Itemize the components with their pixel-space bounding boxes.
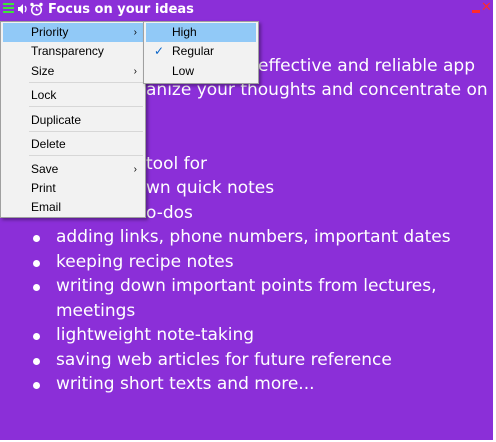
submenu-item-label: Low bbox=[172, 64, 195, 78]
submenu-arrow-icon: › bbox=[133, 66, 137, 77]
bullet-item: saving web articles for future reference bbox=[0, 348, 476, 373]
menu-item-transparency[interactable]: Transparency bbox=[3, 42, 143, 61]
menu-item-label: Save bbox=[31, 162, 59, 176]
bullet-item: writing down important points from lectu… bbox=[0, 274, 476, 323]
bullet-item: lightweight note-taking bbox=[0, 323, 476, 348]
bullet-item: o-dos bbox=[146, 203, 193, 223]
bullet-item: writing short texts and more... bbox=[0, 372, 476, 397]
context-menu: Priority › Transparency Size › Lock Dupl… bbox=[0, 21, 146, 218]
paragraph-line: effective and reliable app bbox=[258, 56, 475, 76]
menu-item-priority[interactable]: Priority › bbox=[3, 23, 143, 42]
bullet-item: wn quick notes bbox=[146, 178, 275, 198]
check-icon: ✓ bbox=[154, 44, 165, 58]
submenu-item-label: High bbox=[172, 25, 197, 39]
menu-item-label: Size bbox=[31, 64, 55, 78]
menu-item-label: Transparency bbox=[31, 44, 104, 58]
menu-item-label: Duplicate bbox=[31, 113, 82, 127]
bullet-list: adding links, phone numbers, important d… bbox=[0, 225, 476, 397]
submenu-item-label: Regular bbox=[172, 44, 215, 58]
submenu-arrow-icon: › bbox=[133, 27, 137, 38]
note-title: Focus on your ideas bbox=[48, 2, 194, 17]
menu-item-label: Print bbox=[31, 181, 56, 195]
menu-separator bbox=[29, 131, 143, 132]
menu-separator bbox=[29, 155, 143, 156]
menu-item-print[interactable]: Print bbox=[3, 179, 143, 198]
menu-item-label: Lock bbox=[31, 88, 57, 102]
title-bar[interactable]: Focus on your ideas ✕ bbox=[0, 0, 493, 20]
submenu-arrow-icon: › bbox=[133, 164, 137, 175]
bullet-item: keeping recipe notes bbox=[0, 250, 476, 275]
submenu-item-high[interactable]: High bbox=[146, 23, 256, 42]
menu-icon[interactable] bbox=[3, 3, 14, 15]
bullet-item: adding links, phone numbers, important d… bbox=[0, 225, 476, 250]
menu-item-size[interactable]: Size › bbox=[3, 62, 143, 81]
menu-item-lock[interactable]: Lock bbox=[3, 86, 143, 105]
alarm-clock-icon[interactable] bbox=[30, 2, 43, 16]
menu-item-save[interactable]: Save › bbox=[3, 160, 143, 179]
menu-separator bbox=[29, 82, 143, 83]
menu-item-delete[interactable]: Delete bbox=[3, 135, 143, 154]
paragraph-line: tool for bbox=[146, 154, 207, 174]
menu-item-email[interactable]: Email bbox=[3, 198, 143, 217]
submenu-item-regular[interactable]: ✓ Regular bbox=[146, 42, 256, 61]
submenu-item-low[interactable]: Low bbox=[146, 62, 256, 81]
menu-item-label: Email bbox=[31, 200, 62, 214]
menu-item-label: Priority bbox=[31, 25, 69, 39]
menu-item-label: Delete bbox=[31, 137, 66, 151]
menu-separator bbox=[29, 106, 143, 107]
close-icon[interactable]: ✕ bbox=[481, 1, 492, 14]
speaker-icon[interactable] bbox=[17, 3, 28, 15]
menu-item-duplicate[interactable]: Duplicate bbox=[3, 111, 143, 130]
minimize-icon[interactable] bbox=[472, 5, 480, 13]
priority-submenu: High ✓ Regular Low bbox=[143, 21, 259, 84]
